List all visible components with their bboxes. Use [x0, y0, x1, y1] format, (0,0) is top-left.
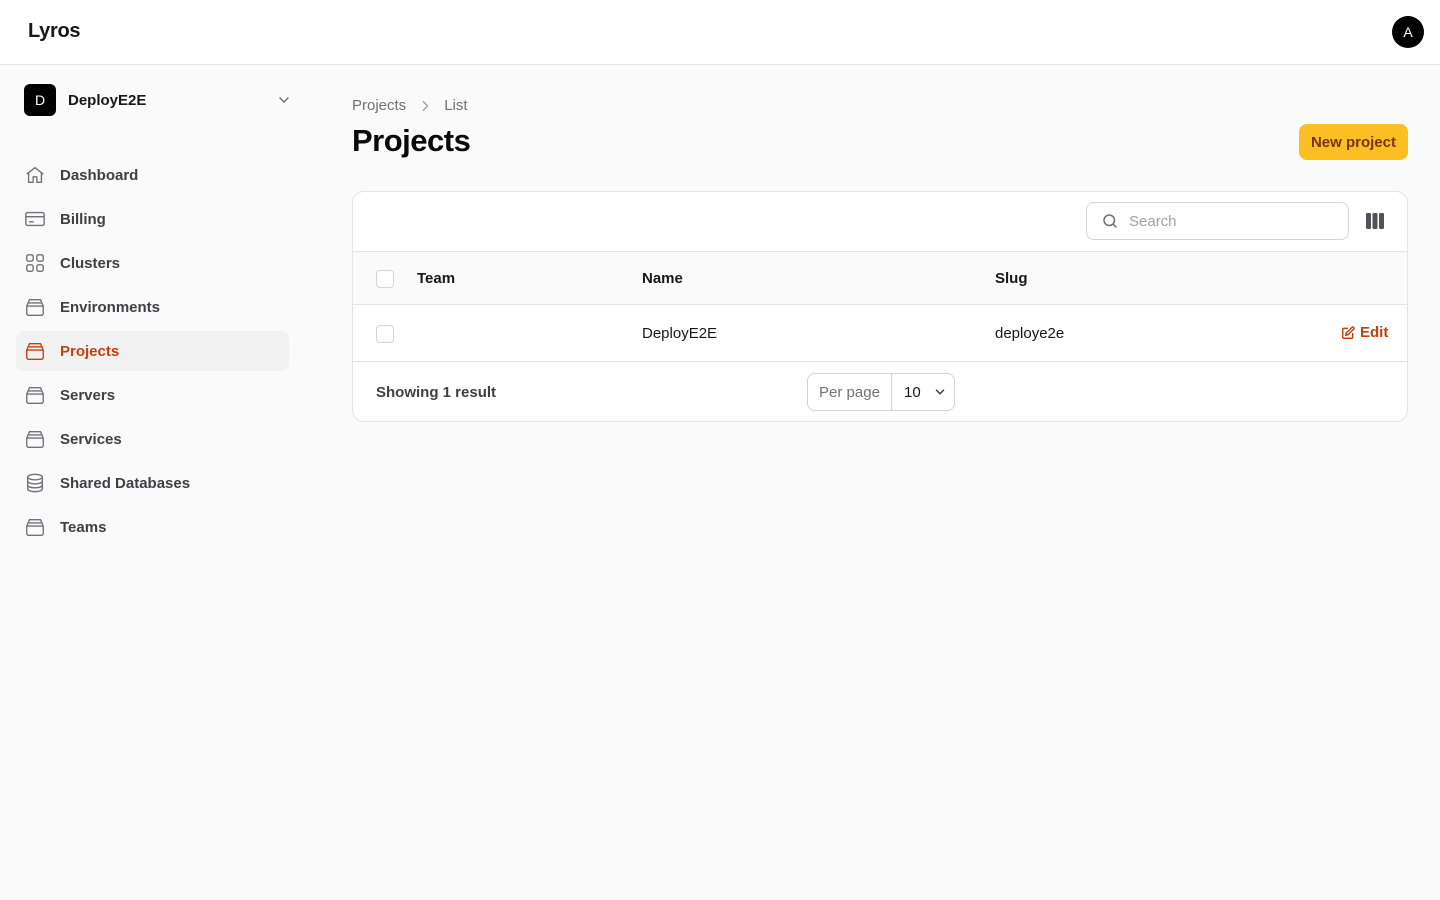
box-icon [24, 384, 46, 406]
search-box[interactable] [1086, 202, 1349, 240]
sidebar-item-label: Servers [60, 386, 116, 404]
sidebar-item-teams[interactable]: Teams [16, 507, 289, 547]
edit-label: Edit [1360, 324, 1389, 341]
column-header-team[interactable]: Team [417, 270, 455, 287]
box-icon [24, 516, 46, 538]
sidebar-item-services[interactable]: Services [16, 419, 289, 459]
table-row[interactable]: DeployE2E deploye2e Edit [353, 305, 1407, 362]
page-title: Projects [352, 123, 471, 158]
column-header-slug[interactable]: Slug [995, 270, 1028, 287]
sidebar: D DeployE2E Dashboard Billing Clusters E… [0, 65, 305, 900]
results-summary: Showing 1 result [376, 384, 497, 401]
app-logo[interactable]: Lyros [28, 20, 81, 43]
per-page-label: Per page [808, 374, 892, 410]
team-name: DeployE2E [68, 91, 147, 109]
select-all-checkbox[interactable] [376, 270, 394, 288]
credit-card-icon [24, 208, 46, 230]
home-icon [24, 164, 46, 186]
sidebar-item-label: Shared Databases [60, 474, 191, 492]
team-avatar: D [24, 84, 56, 116]
search-icon [1103, 214, 1117, 228]
sidebar-item-clusters[interactable]: Clusters [16, 243, 289, 283]
breadcrumb: Projects List [352, 97, 468, 114]
grid-icon [24, 252, 46, 274]
sidebar-item-servers[interactable]: Servers [16, 375, 289, 415]
sidebar-item-label: Environments [60, 298, 161, 316]
breadcrumb-projects[interactable]: Projects [352, 97, 406, 114]
sidebar-item-label: Dashboard [60, 166, 139, 184]
chevron-right-icon [418, 99, 432, 113]
column-header-name[interactable]: Name [642, 270, 683, 287]
box-icon [24, 428, 46, 450]
chevron-down-icon [279, 97, 289, 103]
database-icon [24, 472, 46, 494]
search-input[interactable] [1129, 212, 1329, 230]
sidebar-item-projects[interactable]: Projects [16, 331, 289, 371]
sidebar-item-label: Projects [60, 342, 120, 360]
projects-table-card: Team Name Slug DeployE2E deploye2e Edit … [352, 191, 1408, 422]
per-page-value: 10 [904, 383, 921, 401]
sidebar-item-dashboard[interactable]: Dashboard [16, 155, 289, 195]
cell-slug: deploye2e [995, 325, 1065, 342]
table-footer: Showing 1 result Per page 10 [353, 362, 1407, 421]
chevron-down-icon [935, 389, 944, 395]
breadcrumb-list[interactable]: List [444, 97, 467, 114]
per-page-control: Per page 10 [807, 373, 955, 411]
sidebar-item-label: Services [60, 430, 122, 448]
cell-name: DeployE2E [642, 325, 718, 342]
per-page-select[interactable]: 10 [892, 384, 954, 401]
box-icon [24, 296, 46, 318]
edit-icon [1342, 325, 1355, 339]
sidebar-item-shared-databases[interactable]: Shared Databases [16, 463, 289, 503]
sidebar-nav: Dashboard Billing Clusters Environments … [16, 155, 289, 551]
table-header: Team Name Slug [353, 252, 1407, 305]
team-switcher[interactable]: D DeployE2E [24, 84, 294, 116]
sidebar-item-label: Clusters [60, 254, 121, 272]
columns-toggle-icon[interactable] [1365, 212, 1385, 230]
box-icon [24, 340, 46, 362]
sidebar-item-billing[interactable]: Billing [16, 199, 289, 239]
table-toolbar [353, 192, 1407, 252]
edit-button[interactable]: Edit [1341, 324, 1388, 341]
sidebar-item-environments[interactable]: Environments [16, 287, 289, 327]
row-checkbox[interactable] [376, 325, 394, 343]
top-bar: Lyros A [0, 0, 1440, 65]
sidebar-item-label: Teams [60, 518, 107, 536]
user-avatar[interactable]: A [1392, 16, 1424, 48]
new-project-button[interactable]: New project [1298, 124, 1408, 160]
sidebar-item-label: Billing [60, 210, 106, 228]
